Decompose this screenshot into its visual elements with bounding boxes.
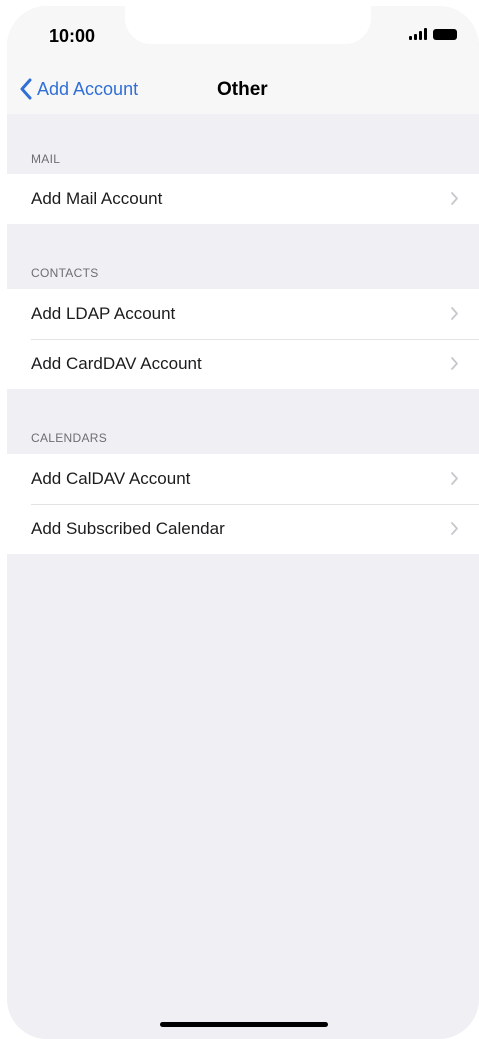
back-button[interactable]: Add Account — [19, 74, 138, 104]
device-notch — [125, 6, 371, 44]
row-label: Add Subscribed Calendar — [31, 519, 225, 538]
chevron-right-icon — [451, 307, 458, 320]
row-label: Add CardDAV Account — [31, 354, 202, 373]
status-icons — [409, 28, 457, 40]
section-group-contacts: Add LDAP Account Add CardDAV Account — [7, 289, 479, 389]
chevron-right-icon — [451, 522, 458, 535]
navigation-bar: Add Account Other — [7, 64, 479, 114]
settings-screen: 10:00 Add Account Other MAIL Add Mail Ac… — [7, 6, 479, 1039]
status-time: 10:00 — [49, 26, 96, 46]
section-header-calendars: CALENDARS — [31, 431, 108, 445]
battery-icon — [433, 29, 457, 40]
row-label: Add Mail Account — [31, 189, 163, 208]
section-header-mail: MAIL — [31, 152, 61, 166]
section-group-mail: Add Mail Account — [7, 174, 479, 224]
section-group-calendars: Add CalDAV Account Add Subscribed Calend… — [7, 454, 479, 554]
chevron-right-icon — [451, 472, 458, 485]
add-carddav-account-row[interactable]: Add CardDAV Account — [7, 339, 479, 389]
page-title: Other — [217, 79, 268, 100]
add-subscribed-calendar-row[interactable]: Add Subscribed Calendar — [7, 504, 479, 554]
chevron-right-icon — [451, 357, 458, 370]
home-indicator[interactable] — [160, 1022, 328, 1027]
add-caldav-account-row[interactable]: Add CalDAV Account — [7, 454, 479, 504]
add-ldap-account-row[interactable]: Add LDAP Account — [7, 289, 479, 339]
section-header-contacts: CONTACTS — [31, 266, 99, 280]
add-mail-account-row[interactable]: Add Mail Account — [7, 174, 479, 224]
chevron-right-icon — [451, 192, 458, 205]
row-label: Add LDAP Account — [31, 304, 176, 323]
status-bar: 10:00 — [7, 6, 479, 64]
back-button-label: Add Account — [37, 78, 139, 99]
cellular-signal-icon — [409, 28, 427, 40]
row-label: Add CalDAV Account — [31, 469, 191, 488]
chevron-left-icon — [20, 78, 32, 100]
